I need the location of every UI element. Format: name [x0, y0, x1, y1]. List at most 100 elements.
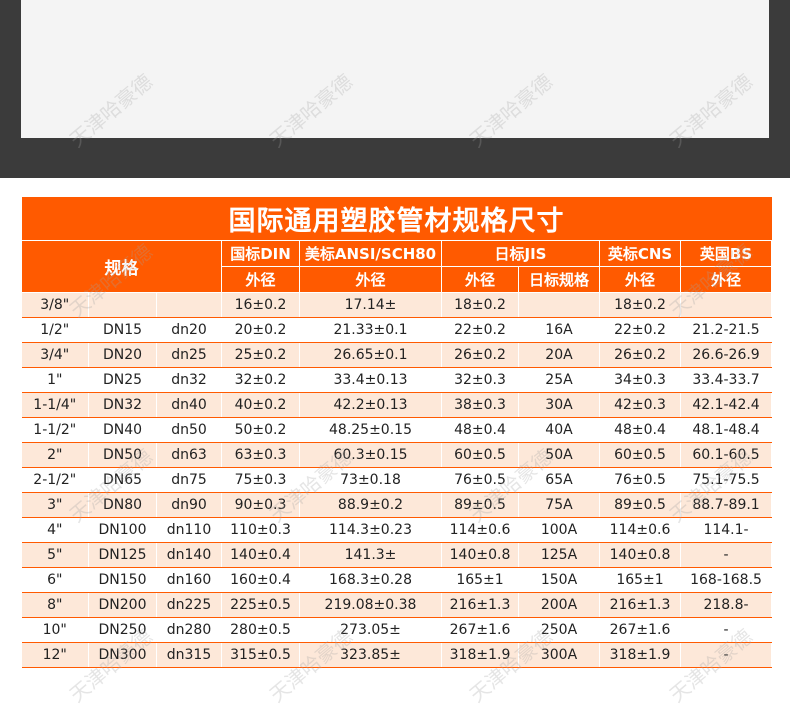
cell-spec-dn-small: dn32 — [156, 367, 222, 393]
cell-spec-inch: 2-1/2" — [21, 467, 89, 493]
table-row: 12" DN300 dn315 315±0.5 323.85± 318±1.9 300A 31… — [21, 642, 773, 668]
table-row: 2" DN50 dn63 63±0.3 60.3±0.15 60±0.5 50A 60±0.5… — [21, 442, 773, 468]
cell-spec-inch: 1-1/2" — [21, 417, 89, 443]
cell-jis-spec: 30A — [518, 392, 600, 418]
cell-spec-dn-small: dn315 — [156, 642, 222, 668]
cell-jis-od: 76±0.5 — [441, 467, 519, 493]
cell-spec-inch: 4" — [21, 517, 89, 543]
cell-spec-inch: 1" — [21, 367, 89, 393]
cell-jis-od: 318±1.9 — [441, 642, 519, 668]
cell-spec-dn-small: dn90 — [156, 492, 222, 518]
cell-jis-spec: 20A — [518, 342, 600, 368]
header-jis-spec: 日标规格 — [518, 266, 600, 293]
cell-din-od: 16±0.2 — [221, 292, 300, 318]
pipe-spec-table: 国际通用塑胶管材规格尺寸 规格 国标DIN 美标ANSI/SCH80 日标JIS… — [21, 197, 773, 668]
header-cns-od: 外径 — [599, 266, 681, 293]
header-bs: 英国BS — [679, 240, 773, 267]
cell-jis-spec: 65A — [518, 467, 600, 493]
table-row: 3/4" DN20 dn25 25±0.2 26.65±0.1 26±0.2 20A 26±0… — [21, 342, 773, 368]
cell-cns-od: 42±0.3 — [599, 392, 681, 418]
cell-ansi-od: 33.4±0.13 — [299, 367, 442, 393]
cell-bs-od: 48.1-48.4 — [680, 417, 773, 443]
header-spec: 规格 — [21, 240, 222, 293]
cell-spec-dn-small: dn110 — [156, 517, 222, 543]
cell-spec-dn-small: dn225 — [156, 592, 222, 618]
table-title: 国际通用塑胶管材规格尺寸 — [21, 197, 772, 241]
table-row: 1-1/4" DN32 dn40 40±0.2 42.2±0.13 38±0.3 30A 42… — [21, 392, 773, 418]
cell-bs-od: - — [680, 542, 773, 568]
cell-spec-dn: DN150 — [88, 567, 157, 593]
cell-jis-od: 32±0.3 — [441, 367, 519, 393]
header-ansi: 美标ANSI/SCH80 — [299, 240, 442, 267]
cell-ansi-od: 88.9±0.2 — [299, 492, 442, 518]
cell-din-od: 20±0.2 — [221, 317, 300, 343]
cell-spec-dn: DN15 — [88, 317, 157, 343]
top-image-panel — [21, 0, 769, 138]
cell-din-od: 90±0.3 — [221, 492, 300, 518]
cell-spec-dn: DN300 — [88, 642, 157, 668]
cell-spec-dn-small — [156, 292, 222, 318]
cell-jis-spec: 16A — [518, 317, 600, 343]
cell-din-od: 75±0.3 — [221, 467, 300, 493]
cell-cns-od: 267±1.6 — [599, 617, 681, 643]
cell-jis-od: 38±0.3 — [441, 392, 519, 418]
cell-cns-od: 216±1.3 — [599, 592, 681, 618]
cell-din-od: 140±0.4 — [221, 542, 300, 568]
header-ansi-od: 外径 — [299, 266, 442, 293]
cell-ansi-od: 141.3± — [299, 542, 442, 568]
cell-jis-od: 60±0.5 — [441, 442, 519, 468]
cell-jis-spec: 250A — [518, 617, 600, 643]
cell-spec-inch: 3" — [21, 492, 89, 518]
cell-jis-od: 114±0.6 — [441, 517, 519, 543]
cell-spec-dn-small: dn40 — [156, 392, 222, 418]
cell-spec-inch: 6" — [21, 567, 89, 593]
cell-spec-inch: 1/2" — [21, 317, 89, 343]
cell-ansi-od: 42.2±0.13 — [299, 392, 442, 418]
cell-spec-dn-small: dn50 — [156, 417, 222, 443]
cell-din-od: 315±0.5 — [221, 642, 300, 668]
cell-ansi-od: 21.33±0.1 — [299, 317, 442, 343]
cell-spec-inch: 8" — [21, 592, 89, 618]
cell-cns-od: 34±0.3 — [599, 367, 681, 393]
cell-ansi-od: 219.08±0.38 — [299, 592, 442, 618]
cell-cns-od: 48±0.4 — [599, 417, 681, 443]
cell-spec-inch: 12" — [21, 642, 89, 668]
cell-bs-od: 218.8- — [680, 592, 773, 618]
cell-jis-spec: 40A — [518, 417, 600, 443]
cell-spec-dn: DN80 — [88, 492, 157, 518]
cell-spec-dn-small: dn75 — [156, 467, 222, 493]
cell-din-od: 50±0.2 — [221, 417, 300, 443]
cell-din-od: 110±0.3 — [221, 517, 300, 543]
table-row: 5" DN125 dn140 140±0.4 141.3± 140±0.8 125A 140±… — [21, 542, 773, 568]
cell-spec-dn: DN40 — [88, 417, 157, 443]
table-row: 3/8" 16±0.2 17.14± 18±0.2 18±0.2 — [21, 292, 773, 318]
cell-jis-od: 18±0.2 — [441, 292, 519, 318]
cell-jis-spec: 125A — [518, 542, 600, 568]
cell-spec-dn: DN125 — [88, 542, 157, 568]
cell-ansi-od: 323.85± — [299, 642, 442, 668]
cell-ansi-od: 60.3±0.15 — [299, 442, 442, 468]
cell-ansi-od: 168.3±0.28 — [299, 567, 442, 593]
table-row: 1-1/2" DN40 dn50 50±0.2 48.25±0.15 48±0.4 40A 4… — [21, 417, 773, 443]
cell-bs-od: 60.1-60.5 — [680, 442, 773, 468]
cell-din-od: 25±0.2 — [221, 342, 300, 368]
cell-ansi-od: 48.25±0.15 — [299, 417, 442, 443]
cell-ansi-od: 114.3±0.23 — [299, 517, 442, 543]
cell-jis-od: 22±0.2 — [441, 317, 519, 343]
table-row: 3" DN80 dn90 90±0.3 88.9±0.2 89±0.5 75A 89±0.5 8… — [21, 492, 773, 518]
cell-ansi-od: 73±0.18 — [299, 467, 442, 493]
cell-ansi-od: 273.05± — [299, 617, 442, 643]
cell-jis-spec: 50A — [518, 442, 600, 468]
header-jis-od: 外径 — [441, 266, 519, 293]
cell-spec-dn — [88, 292, 157, 318]
cell-din-od: 32±0.2 — [221, 367, 300, 393]
header-jis: 日标JIS — [441, 240, 600, 267]
cell-spec-dn: DN65 — [88, 467, 157, 493]
cell-jis-od: 89±0.5 — [441, 492, 519, 518]
cell-jis-spec: 100A — [518, 517, 600, 543]
cell-bs-od: 75.1-75.5 — [680, 467, 773, 493]
cell-spec-inch: 5" — [21, 542, 89, 568]
cell-spec-dn: DN25 — [88, 367, 157, 393]
cell-cns-od: 76±0.5 — [599, 467, 681, 493]
cell-spec-dn: DN100 — [88, 517, 157, 543]
